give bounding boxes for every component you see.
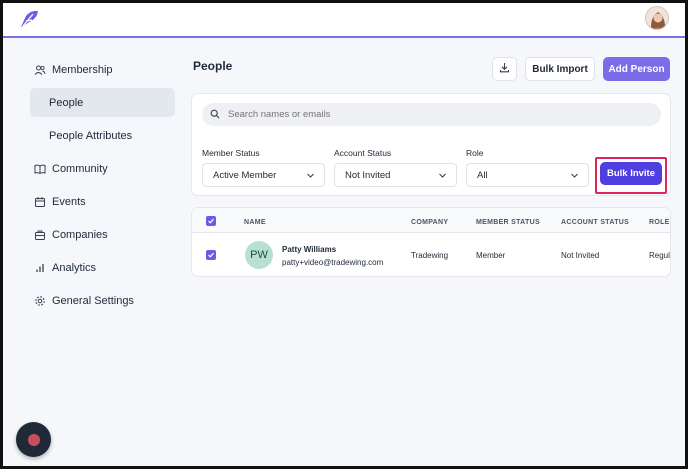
download-icon [499, 62, 510, 76]
sidebar-item-label: Events [52, 195, 86, 208]
sidebar-item-general-settings[interactable]: General Settings [30, 286, 175, 315]
bulk-invite-button[interactable]: Bulk Invite [600, 162, 662, 185]
avatar: PW [245, 241, 273, 269]
bulk-import-button[interactable]: Bulk Import [525, 57, 595, 81]
search-icon [210, 106, 220, 124]
page-title: People [193, 59, 233, 73]
bar-chart-icon [34, 262, 46, 274]
sidebar-item-membership[interactable]: Membership [30, 55, 175, 84]
book-icon [34, 163, 46, 175]
highlight-box: Bulk Invite [595, 157, 667, 194]
person-name[interactable]: Patty Williams [282, 245, 336, 254]
person-email: patty+video@tradewing.com [282, 258, 384, 267]
role-cell: Regul [649, 251, 670, 260]
search-bar[interactable] [202, 103, 661, 126]
row-checkbox[interactable] [206, 250, 216, 260]
member-status-select[interactable]: Active Member [202, 163, 325, 187]
role-select[interactable]: All [466, 163, 589, 187]
gear-icon [34, 295, 46, 307]
sidebar-item-community[interactable]: Community [30, 154, 175, 183]
top-bar [3, 3, 685, 38]
sidebar-item-label: Membership [52, 63, 113, 76]
column-header-member-status[interactable]: MEMBER STATUS [476, 219, 540, 226]
column-header-account-status[interactable]: ACCOUNT STATUS [561, 219, 629, 226]
sidebar-item-label: Analytics [52, 261, 97, 274]
user-avatar[interactable] [645, 6, 669, 30]
building-icon [34, 229, 46, 241]
record-button[interactable] [16, 422, 51, 457]
people-table: NAME COMPANY MEMBER STATUS ACCOUNT STATU… [191, 207, 671, 277]
sidebar-item-people[interactable]: People [30, 88, 175, 117]
account-status-value: Not Invited [345, 169, 391, 181]
search-input[interactable] [228, 109, 628, 120]
role-label: Role [466, 148, 484, 158]
role-value: All [477, 169, 488, 181]
column-header-company[interactable]: COMPANY [411, 219, 448, 226]
company-cell: Tradewing [411, 251, 449, 260]
record-icon [27, 433, 40, 446]
sidebar-item-label: People Attributes [49, 129, 133, 142]
sidebar-item-label: General Settings [52, 294, 134, 307]
column-header-name[interactable]: NAME [244, 219, 266, 226]
account-status-cell: Not Invited [561, 251, 600, 260]
sidebar-item-companies[interactable]: Companies [30, 220, 175, 249]
feather-logo-icon[interactable] [18, 8, 40, 30]
account-status-select[interactable]: Not Invited [334, 163, 457, 187]
member-status-value: Active Member [213, 169, 277, 181]
app-frame: Membership People People Attributes Comm… [0, 0, 688, 469]
chevron-down-icon [570, 171, 579, 183]
sidebar-item-label: Community [52, 162, 108, 175]
sidebar: Membership People People Attributes Comm… [30, 55, 175, 319]
users-icon [34, 64, 46, 76]
calendar-icon [34, 196, 46, 208]
sidebar-item-events[interactable]: Events [30, 187, 175, 216]
download-button[interactable] [492, 57, 517, 81]
chevron-down-icon [306, 171, 315, 183]
column-header-role[interactable]: ROLE [649, 219, 670, 226]
sidebar-item-people-attributes[interactable]: People Attributes [30, 121, 175, 150]
sidebar-item-label: People [49, 96, 84, 109]
sidebar-item-label: Companies [52, 228, 108, 241]
chevron-down-icon [438, 171, 447, 183]
filter-card: Member Status Active Member Account Stat… [191, 93, 671, 196]
account-status-label: Account Status [334, 148, 392, 158]
add-person-button[interactable]: Add Person [603, 57, 670, 81]
member-status-label: Member Status [202, 148, 260, 158]
select-all-checkbox[interactable] [206, 216, 216, 226]
sidebar-item-analytics[interactable]: Analytics [30, 253, 175, 282]
member-status-cell: Member [476, 251, 506, 260]
